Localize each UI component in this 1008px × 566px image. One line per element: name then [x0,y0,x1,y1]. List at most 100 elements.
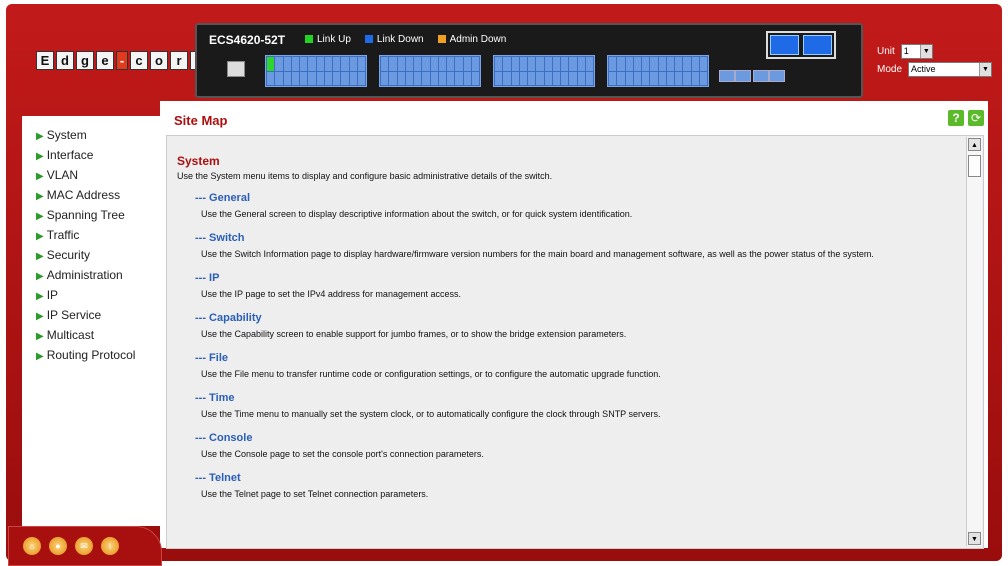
sfp-port[interactable] [719,70,735,82]
port[interactable] [471,57,479,71]
port[interactable] [447,57,455,71]
port[interactable] [503,71,511,85]
site-map-link[interactable]: --- Switch [195,232,951,244]
port[interactable] [585,71,593,85]
port[interactable] [569,71,577,85]
unit-select[interactable]: 1 ▼ [900,43,933,59]
port[interactable] [544,57,552,71]
port[interactable] [642,57,650,71]
port[interactable] [455,57,463,71]
sidebar-item-mac-address[interactable]: ▶ MAC Address [36,186,160,206]
scroll-up-icon[interactable]: ▲ [968,138,981,151]
port[interactable] [283,57,291,71]
vertical-scrollbar[interactable]: ▲ ▼ [966,137,982,546]
stack-port[interactable] [770,35,799,55]
port[interactable] [495,57,503,71]
chevron-down-icon[interactable]: ▼ [979,62,992,76]
sidebar-item-interface[interactable]: ▶ Interface [36,146,160,166]
port[interactable] [528,57,536,71]
port[interactable] [267,71,275,85]
port[interactable] [455,71,463,85]
port[interactable] [349,57,357,71]
port[interactable] [438,57,446,71]
port[interactable] [300,71,308,85]
sfp-port[interactable] [769,70,785,82]
port[interactable] [577,57,585,71]
sidebar-item-ip[interactable]: ▶ IP [36,286,160,306]
sidebar-item-ip-service[interactable]: ▶ IP Service [36,306,160,326]
port[interactable] [511,57,519,71]
port[interactable] [430,57,438,71]
port[interactable] [658,71,666,85]
port[interactable] [691,71,699,85]
port[interactable] [397,57,405,71]
port[interactable] [316,71,324,85]
port[interactable] [666,57,674,71]
port[interactable] [381,57,389,71]
port[interactable] [341,57,349,71]
site-map-link[interactable]: --- Console [195,432,951,444]
port[interactable] [324,71,332,85]
scroll-thumb[interactable] [968,155,981,177]
port[interactable] [438,71,446,85]
port[interactable] [699,57,707,71]
port[interactable] [357,71,365,85]
port[interactable] [552,57,560,71]
port[interactable] [617,57,625,71]
info-icon[interactable]: i [101,537,119,555]
port[interactable] [650,71,658,85]
port[interactable] [405,57,413,71]
port[interactable] [633,71,641,85]
port[interactable] [267,57,275,71]
mode-select[interactable]: Active ▼ [908,61,993,77]
stacking-ports[interactable] [766,31,836,59]
port[interactable] [422,57,430,71]
port[interactable] [503,57,511,71]
port[interactable] [666,71,674,85]
port[interactable] [642,71,650,85]
port[interactable] [683,71,691,85]
port[interactable] [683,57,691,71]
port[interactable] [389,57,397,71]
port[interactable] [291,71,299,85]
sidebar-item-spanning-tree[interactable]: ▶ Spanning Tree [36,206,160,226]
help-icon[interactable]: ? [948,110,964,126]
port[interactable] [349,71,357,85]
site-map-link[interactable]: --- General [195,192,951,204]
port[interactable] [569,57,577,71]
port[interactable] [341,71,349,85]
sidebar-item-traffic[interactable]: ▶ Traffic [36,226,160,246]
port[interactable] [275,57,283,71]
port[interactable] [699,71,707,85]
sidebar-item-system[interactable]: ▶ System [36,126,160,146]
port[interactable] [471,71,479,85]
port[interactable] [308,71,316,85]
port[interactable] [625,57,633,71]
port[interactable] [422,71,430,85]
sfp-port[interactable] [753,70,769,82]
port[interactable] [357,57,365,71]
sidebar-item-multicast[interactable]: ▶ Multicast [36,326,160,346]
port[interactable] [633,57,641,71]
port[interactable] [536,57,544,71]
site-map-link[interactable]: --- Telnet [195,472,951,484]
port[interactable] [333,71,341,85]
port[interactable] [414,57,422,71]
chevron-down-icon[interactable]: ▼ [919,44,932,58]
port[interactable] [609,71,617,85]
port[interactable] [397,71,405,85]
sfp-port[interactable] [735,70,751,82]
port[interactable] [519,57,527,71]
site-map-link[interactable]: --- Capability [195,312,951,324]
port[interactable] [625,71,633,85]
port[interactable] [561,57,569,71]
port[interactable] [405,71,413,85]
port-group-1[interactable] [265,55,367,87]
port-group-4[interactable] [607,55,709,87]
port[interactable] [308,57,316,71]
port[interactable] [283,71,291,85]
port[interactable] [552,71,560,85]
port[interactable] [536,71,544,85]
port[interactable] [675,57,683,71]
port[interactable] [291,57,299,71]
